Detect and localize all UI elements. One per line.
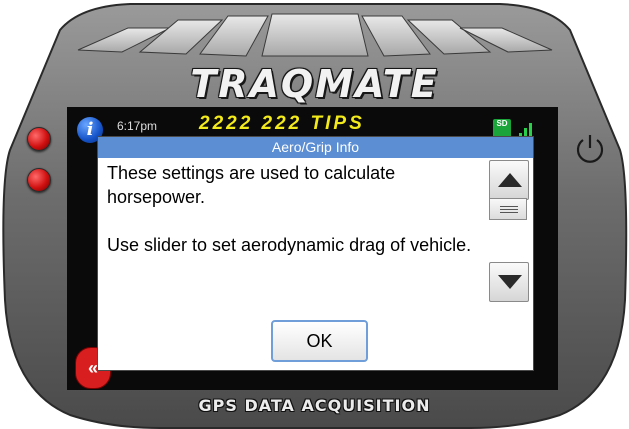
scroll-down-button[interactable] <box>489 262 529 302</box>
dialog-paragraph: These settings are used to calculate hor… <box>107 163 396 207</box>
arrow-down-icon <box>498 275 522 289</box>
grip-line <box>500 209 518 210</box>
info-dialog: Aero/Grip Info These settings are used t… <box>97 136 534 371</box>
brand-logo: TRAQMATE <box>190 62 439 106</box>
scrollbar[interactable] <box>489 160 529 304</box>
status-title: 2222 222 TIPS <box>199 113 365 134</box>
red-button-bottom[interactable] <box>27 168 51 192</box>
scroll-thumb[interactable] <box>489 198 527 220</box>
grip-line <box>500 212 518 213</box>
dialog-body-text: These settings are used to calculate hor… <box>107 161 485 281</box>
dialog-paragraph: Use slider to set aerodynamic drag of ve… <box>107 235 472 255</box>
ok-button[interactable]: OK <box>271 320 368 362</box>
arrow-up-icon <box>498 173 522 187</box>
device-tagline: GPS DATA ACQUISITION <box>198 396 431 415</box>
power-icon[interactable] <box>572 130 608 166</box>
scroll-up-button[interactable] <box>489 160 529 200</box>
dialog-title: Aero/Grip Info <box>98 137 533 158</box>
red-button-top[interactable] <box>27 127 51 151</box>
status-time: 6:17pm <box>117 119 158 133</box>
grip-line <box>500 206 518 207</box>
